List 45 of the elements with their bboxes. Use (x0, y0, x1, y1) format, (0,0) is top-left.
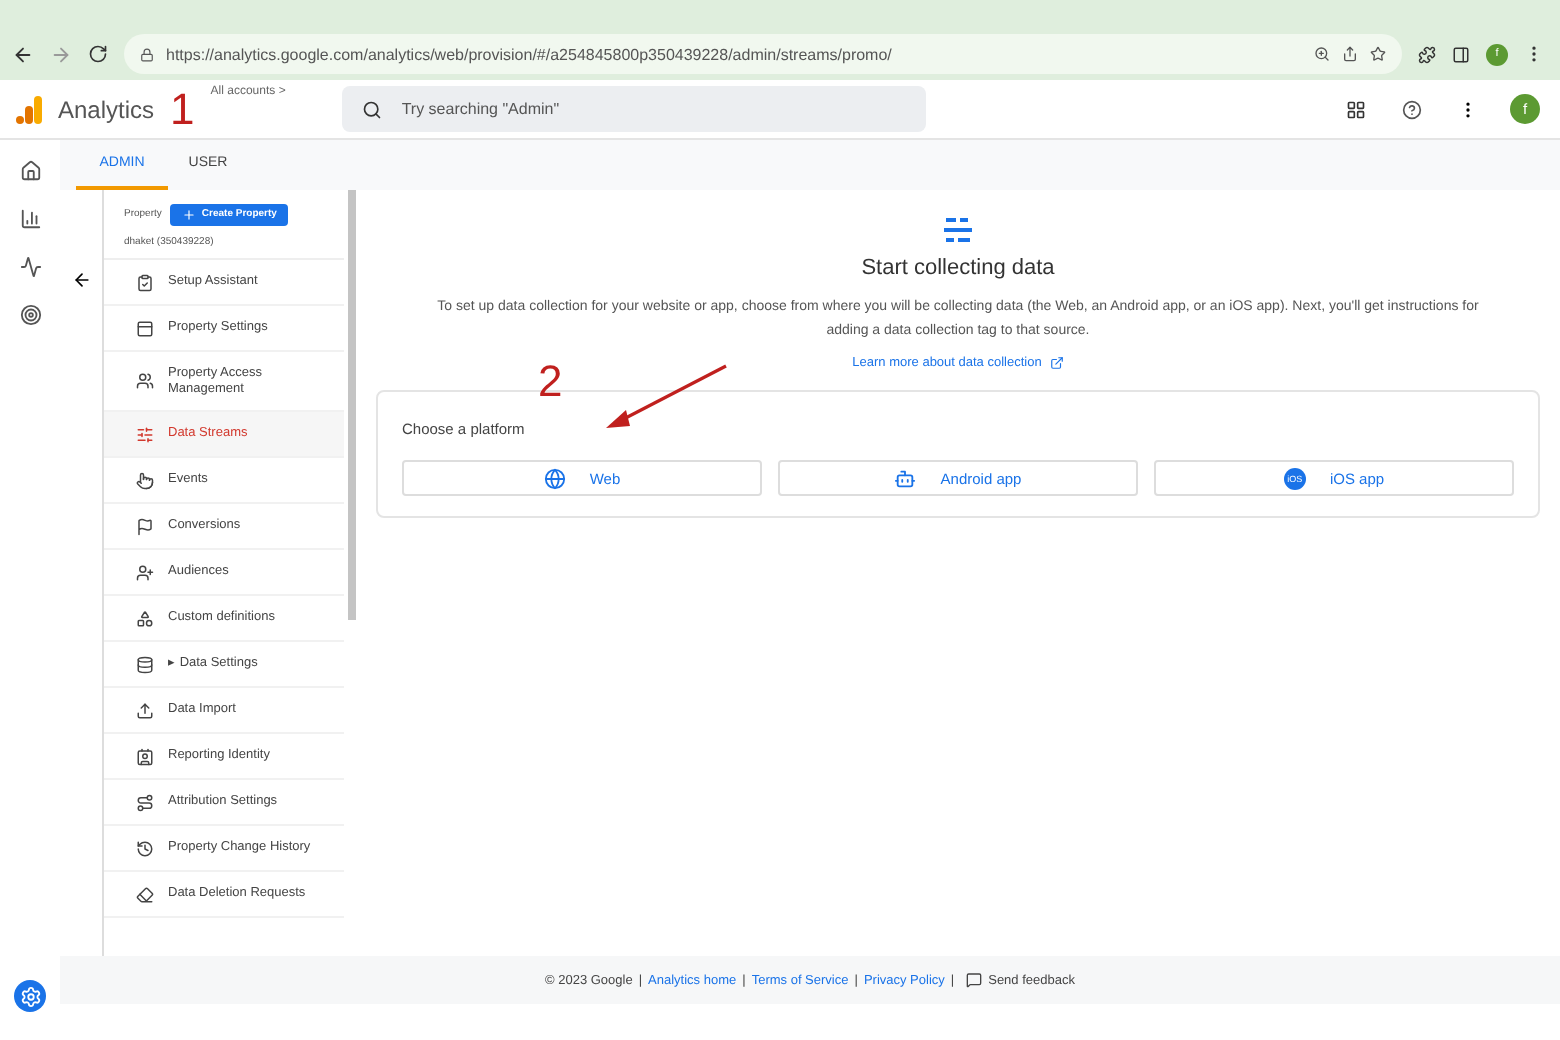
id-card-icon (136, 747, 154, 765)
shapes-icon (136, 609, 154, 627)
eraser-icon (136, 885, 154, 903)
section-title: Start collecting data (861, 256, 1055, 280)
back-icon[interactable] (12, 43, 34, 65)
annotation-number: 1 (170, 87, 195, 131)
activity-icon[interactable] (19, 256, 41, 278)
upload-icon (136, 701, 154, 719)
clipboard-check-icon (136, 273, 154, 291)
zoom-icon (1314, 46, 1330, 62)
address-bar[interactable]: https://analytics.google.com/analytics/web/provision/#/a254845800p350439228/admin/streams/promo/ (124, 34, 1402, 74)
bar-chart-icon[interactable] (19, 208, 41, 230)
analytics-logo-icon (16, 95, 42, 123)
annotation-arrow (602, 364, 730, 433)
people-icon (136, 372, 154, 390)
search-icon (361, 99, 382, 119)
star-icon (1370, 46, 1386, 62)
annotation-number: 2 (538, 360, 563, 405)
url-text: https://analytics.google.com/analytics/web/provision/#/a254845800p350439228/admin/streams/promo/ (166, 45, 894, 63)
side-panel-icon[interactable] (1452, 45, 1470, 63)
apps-grid-icon[interactable] (1346, 99, 1366, 119)
flag-icon (136, 517, 154, 535)
extensions-icon[interactable] (1418, 45, 1436, 63)
robot-icon (894, 467, 917, 490)
history-icon (136, 839, 154, 857)
hand-pointer-icon (136, 471, 154, 489)
route-icon (136, 793, 154, 811)
plus-icon (181, 207, 196, 221)
help-icon[interactable] (1402, 99, 1422, 119)
sliders-icon (136, 425, 154, 443)
lock-icon (140, 47, 154, 61)
globe-icon (543, 467, 566, 490)
settings-button[interactable] (14, 980, 46, 1012)
feedback-icon (966, 972, 983, 988)
person-list-icon (136, 563, 154, 581)
product-name: Analytics (58, 95, 155, 123)
home-icon[interactable] (19, 160, 41, 182)
share-icon (1342, 46, 1358, 62)
reload-icon[interactable] (88, 44, 108, 64)
database-icon (136, 655, 154, 673)
back-arrow-icon[interactable] (71, 270, 91, 290)
data-streams-icon (944, 218, 972, 244)
external-link-icon (1049, 356, 1064, 371)
panel-icon (136, 319, 154, 337)
target-icon[interactable] (19, 304, 41, 326)
